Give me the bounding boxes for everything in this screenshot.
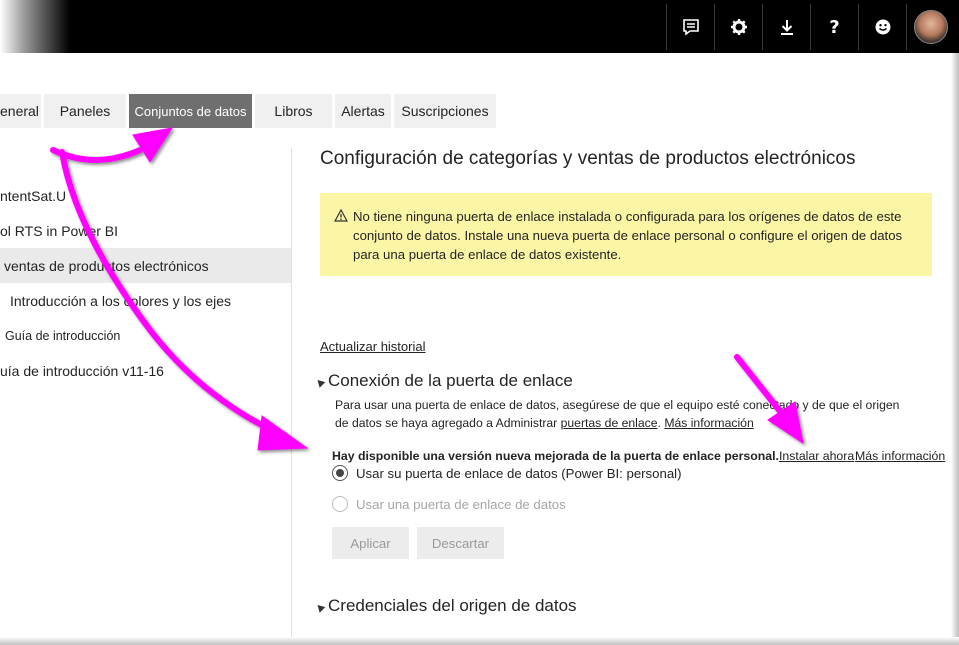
radio-data-gateway[interactable]: Usar una puerta de enlace de datos [332, 496, 566, 512]
credentials-section-header[interactable]: Credenciales del origen de datos [314, 596, 577, 616]
topbar-icons: ? [666, 4, 954, 50]
apply-button[interactable]: Aplicar [332, 527, 409, 559]
more-info-link[interactable]: Más información [855, 449, 945, 463]
help-icon[interactable]: ? [810, 4, 858, 50]
credentials-section-title: Credenciales del origen de datos [328, 596, 577, 615]
warning-icon [333, 207, 352, 276]
warning-banner: No tiene ninguna puerta de enlace instal… [320, 193, 932, 276]
discard-button[interactable]: Descartar [417, 527, 504, 559]
top-bar: ? [0, 0, 959, 53]
radio-button-selected[interactable] [332, 465, 348, 481]
vertical-divider [291, 148, 292, 638]
radio-personal-gateway[interactable]: Usar su puerta de enlace de datos (Power… [332, 465, 681, 481]
refresh-history-link[interactable]: Actualizar historial [320, 339, 426, 354]
download-icon[interactable] [762, 4, 810, 50]
arrow-to-tab-head [132, 127, 174, 163]
gateway-description: Para usar una puerta de enlace de datos,… [335, 396, 905, 432]
page-title: Configuración de categorías y ventas de … [320, 148, 856, 169]
dataset-item[interactable]: uía de introducción v11-16 [0, 353, 291, 388]
tab-suscripciones[interactable]: Suscripciones [394, 94, 496, 128]
warning-text: No tiene ninguna puerta de enlace instal… [353, 209, 903, 262]
tab-alertas[interactable]: Alertas [335, 94, 391, 128]
dataset-item[interactable]: ol RTS in Power BI [0, 213, 291, 248]
tab-libros[interactable]: Libros [255, 94, 332, 128]
dataset-item[interactable]: ntentSat.U [0, 178, 291, 213]
dataset-item[interactable]: Introducción a los colores y los ejes [0, 283, 291, 318]
radio-personal-label: Usar su puerta de enlace de datos (Power… [356, 465, 682, 481]
topbar-fade [0, 0, 70, 53]
dataset-item[interactable]: Guía de introducción [0, 318, 291, 353]
avatar [913, 10, 948, 44]
gateway-more-info-link[interactable]: Más información [664, 416, 753, 430]
settings-tabs: eneral Paneles Conjuntos de datos Libros… [0, 94, 499, 128]
gateway-section-title: Conexión de la puerta de enlace [328, 371, 573, 390]
arrow-to-gateway-head [257, 415, 309, 451]
arrow-to-tab [50, 147, 143, 163]
collapse-triangle-icon [314, 376, 326, 388]
frame-shadow-right [951, 53, 959, 645]
collapse-triangle-icon [314, 601, 326, 613]
frame-shadow-bottom [0, 637, 959, 645]
tab-conjuntos-de-datos[interactable]: Conjuntos de datos [129, 94, 252, 128]
feedback-icon[interactable] [666, 4, 714, 50]
radio-gateway-label: Usar una puerta de enlace de datos [356, 496, 566, 512]
tab-paneles[interactable]: Paneles [44, 94, 126, 128]
dataset-list: ntentSat.U ol RTS in Power BI ventas de … [0, 178, 291, 388]
profile-button[interactable] [906, 4, 954, 50]
manage-gateways-link[interactable]: puertas de enlace [561, 416, 658, 430]
radio-button[interactable] [332, 496, 348, 512]
gateway-section-header[interactable]: Conexión de la puerta de enlace [314, 371, 573, 391]
help-label: ? [829, 16, 840, 38]
new-version-notice: Hay disponible una versión nueva mejorad… [332, 449, 779, 463]
install-now-link[interactable]: Instalar ahora [779, 449, 854, 463]
radio-dot [336, 469, 344, 477]
dataset-item-selected[interactable]: ventas de productos electrónicos [0, 248, 291, 283]
smiley-icon[interactable] [858, 4, 906, 50]
gear-icon[interactable] [714, 4, 762, 50]
tab-general[interactable]: eneral [0, 94, 41, 128]
